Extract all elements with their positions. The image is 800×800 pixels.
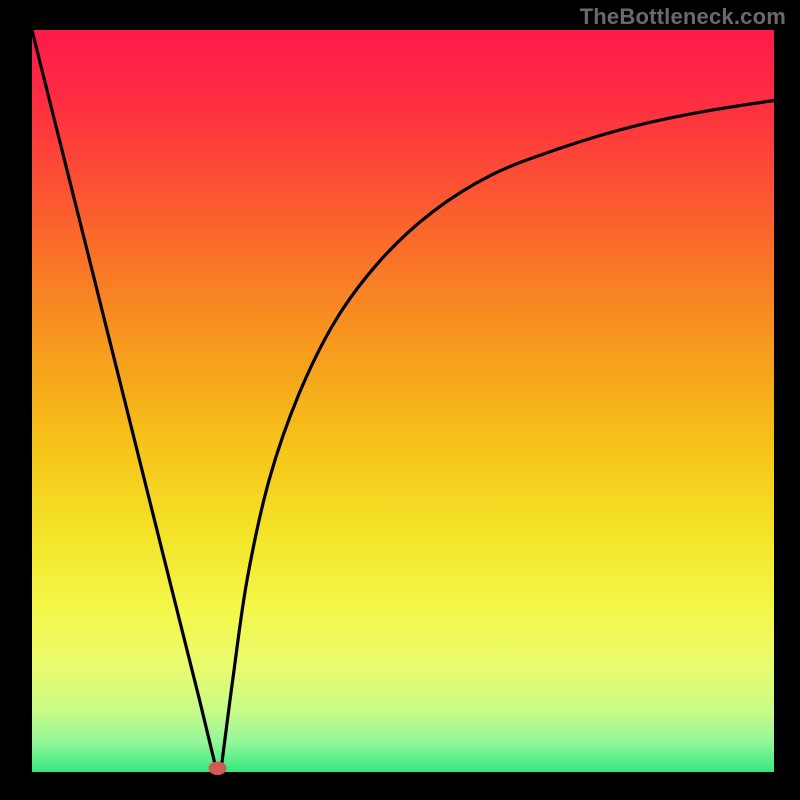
bottleneck-chart xyxy=(0,0,800,800)
chart-frame: TheBottleneck.com xyxy=(0,0,800,800)
plot-background xyxy=(32,30,774,772)
min-marker xyxy=(209,762,227,776)
